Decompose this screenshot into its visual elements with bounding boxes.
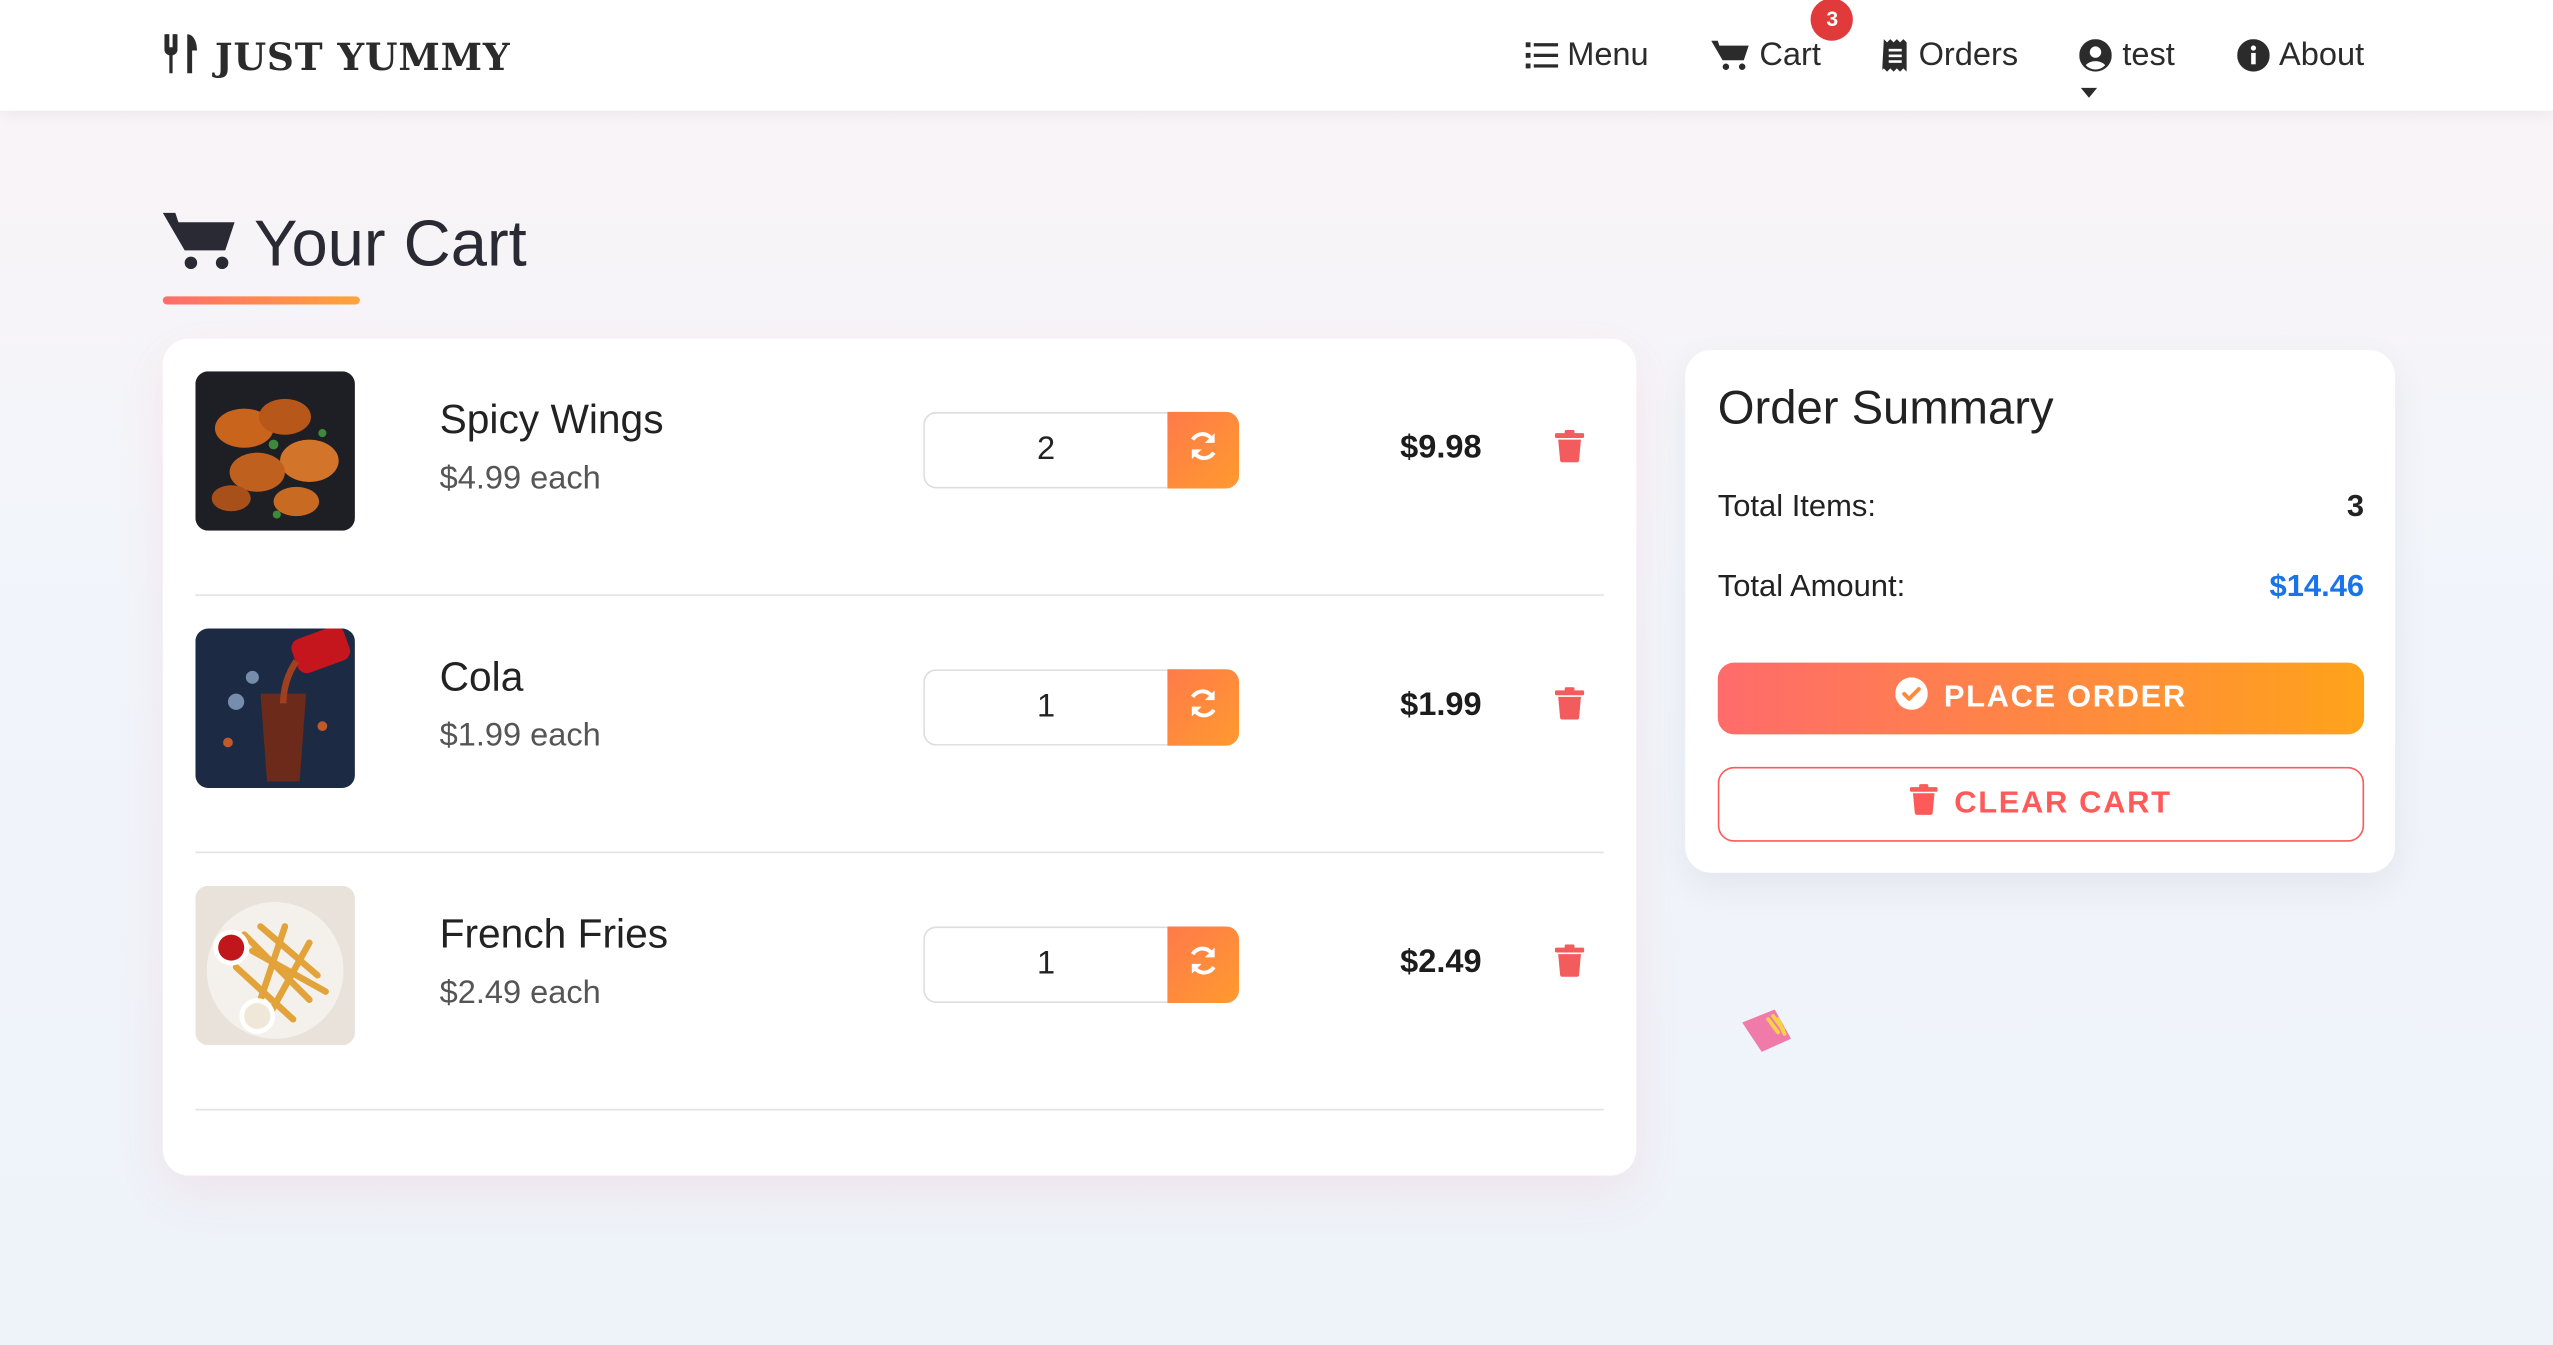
update-quantity-button[interactable] [1167, 411, 1240, 489]
item-unit-price: $4.99 each [439, 460, 601, 497]
brand-name: JUST YUMMY [214, 35, 511, 80]
nav-cart[interactable]: Cart 3 [1710, 0, 1854, 74]
top-navbar: JUST YUMMY Menu Cart 3 Orders test About [0, 0, 2553, 111]
trash-icon [1554, 687, 1585, 726]
cart-icon [162, 208, 238, 281]
item-name: French Fries [439, 911, 669, 958]
item-name: Spicy Wings [439, 397, 664, 443]
item-unit-price: $2.49 each [439, 975, 601, 1012]
quantity-input[interactable] [923, 411, 1168, 489]
cart-item-row: Spicy Wings $4.99 each $9.98 [195, 339, 1604, 596]
clear-cart-button[interactable]: CLEAR CART [1717, 766, 2365, 842]
total-amount-label: Total Amount: [1717, 569, 1906, 605]
total-amount-value: $14.46 [2269, 569, 2365, 605]
quantity-control [923, 669, 1240, 746]
spicy-wings-thumb [195, 371, 355, 531]
trash-icon [1554, 944, 1585, 984]
nav-orders[interactable]: Orders [1882, 36, 2019, 74]
cart-item-row: French Fries $2.49 each $2.49 [195, 853, 1604, 1111]
brand-logo[interactable]: JUST YUMMY [163, 33, 511, 83]
nav-menu[interactable]: Menu [1524, 36, 1649, 74]
quantity-control [923, 411, 1240, 489]
update-quantity-button[interactable] [1167, 926, 1240, 1003]
order-summary-card: Order Summary Total Items: 3 Total Amoun… [1685, 350, 2396, 873]
trash-icon [1554, 429, 1585, 469]
item-name: Cola [439, 654, 524, 701]
quantity-input[interactable] [923, 669, 1168, 746]
item-unit-price: $1.99 each [439, 718, 601, 754]
place-order-button[interactable]: PLACE ORDER [1717, 662, 2365, 735]
floating-fries-icon [1739, 1006, 1794, 1063]
item-line-total: $1.99 [1400, 687, 1482, 723]
total-items-label: Total Items: [1717, 490, 1876, 525]
order-summary-title: Order Summary [1717, 382, 2054, 435]
cart-item-row: Cola $1.99 each $1.99 [195, 596, 1604, 854]
title-underline [162, 296, 360, 305]
page-title: Your Cart [162, 208, 527, 281]
cart-count-badge: 3 [1811, 0, 1854, 40]
place-order-label: PLACE ORDER [1943, 680, 2187, 715]
caret-down-icon [2080, 85, 2100, 98]
cart-items-panel: Spicy Wings $4.99 each $9.98 [162, 338, 1637, 1176]
check-circle-icon [1894, 677, 1928, 719]
remove-item-button[interactable] [1554, 687, 1585, 728]
nav-user-dropdown[interactable]: test [2080, 36, 2175, 97]
nav-cart-label: Cart [1759, 36, 1821, 73]
nav-orders-label: Orders [1918, 36, 2019, 73]
nav-user-label: test [2122, 36, 2175, 73]
refresh-icon [1187, 944, 1220, 985]
user-circle-icon [2080, 39, 2113, 72]
clear-cart-label: CLEAR CART [1954, 786, 2172, 821]
cola-thumb [195, 628, 355, 789]
list-icon [1524, 41, 1558, 70]
remove-item-button[interactable] [1554, 944, 1585, 985]
utensils-icon [163, 33, 202, 83]
nav-about-label: About [2279, 36, 2365, 73]
refresh-icon [1187, 687, 1220, 728]
quantity-input[interactable] [923, 926, 1168, 1003]
cart-icon [1710, 39, 1750, 72]
page-title-text: Your Cart [253, 208, 527, 281]
nav-about[interactable]: About [2236, 36, 2365, 74]
nav-menu-label: Menu [1567, 36, 1649, 73]
refresh-icon [1187, 430, 1220, 471]
french-fries-thumb [195, 885, 355, 1046]
trash-icon [1910, 783, 1938, 825]
receipt-icon [1882, 39, 1909, 72]
info-circle-icon [2236, 39, 2270, 72]
remove-item-button[interactable] [1554, 429, 1585, 471]
item-line-total: $9.98 [1400, 429, 1482, 466]
update-quantity-button[interactable] [1167, 669, 1240, 746]
total-items-value: 3 [2346, 490, 2365, 525]
item-line-total: $2.49 [1400, 944, 1482, 981]
quantity-control [923, 926, 1240, 1003]
